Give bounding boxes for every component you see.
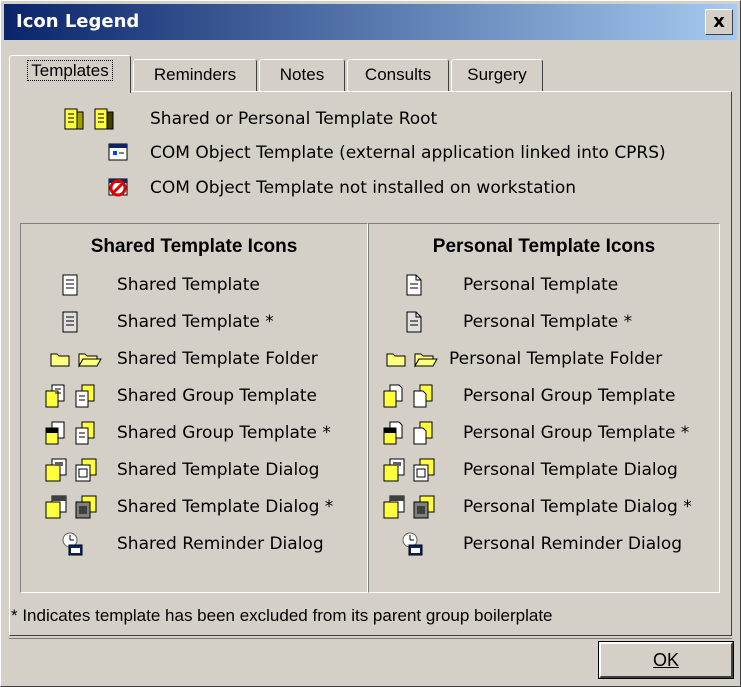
template-root-icon <box>62 107 116 131</box>
list-item: Personal Reminder Dialog <box>369 527 719 561</box>
com-not-installed-icon <box>107 176 129 198</box>
shared-header: Shared Template Icons <box>90 236 298 257</box>
shared-dialog-icon <box>43 453 99 487</box>
legend-row-root: Shared or Personal Template Root <box>10 103 731 135</box>
footnote: * Indicates template has been excluded f… <box>11 606 553 625</box>
tab-label: Consults <box>364 65 432 84</box>
shared-group-icon <box>43 379 99 413</box>
tab-label: Surgery <box>467 65 527 84</box>
tab-label: Notes <box>279 65 325 84</box>
tab-reminders[interactable]: Reminders <box>133 59 257 91</box>
list-item: Shared Template Folder <box>21 342 367 376</box>
personal-dialog-icon <box>381 453 437 487</box>
list-item: Shared Reminder Dialog <box>21 527 367 561</box>
legend-label: Shared or Personal Template Root <box>150 109 438 129</box>
list-item-label: Personal Group Template <box>463 386 676 406</box>
list-item: Personal Template <box>369 268 719 302</box>
icon-legend-window: Icon Legend x Templates Reminders Notes … <box>0 0 741 687</box>
list-item: Shared Template Dialog * <box>21 490 367 524</box>
list-item-label: Shared Reminder Dialog <box>117 534 324 554</box>
personal-icons-box: Personal Template Icons Personal Templat… <box>368 223 720 593</box>
list-item: Personal Group Template * <box>369 416 719 450</box>
list-item: Personal Template Dialog * <box>369 490 719 524</box>
tab-label: Reminders <box>153 65 237 84</box>
bottom-separator <box>9 638 732 639</box>
tab-label: Templates <box>27 60 113 81</box>
list-item-label: Shared Template Folder <box>117 349 318 369</box>
shared-dialog-excluded-icon <box>43 490 99 524</box>
list-item-label: Personal Template Dialog * <box>463 497 692 517</box>
ok-button-label: OK <box>652 650 679 670</box>
legend-row-com-missing: COM Object Template not installed on wor… <box>10 172 731 204</box>
list-item: Shared Template * <box>21 305 367 339</box>
tab-notes[interactable]: Notes <box>259 59 345 91</box>
list-item: Personal Group Template <box>369 379 719 413</box>
list-item-label: Personal Reminder Dialog <box>463 534 683 554</box>
list-item: Personal Template * <box>369 305 719 339</box>
list-item-label: Personal Template <box>463 275 619 295</box>
shared-group-excluded-icon <box>43 416 99 450</box>
personal-group-excluded-icon <box>381 416 437 450</box>
templates-tab-panel: Shared or Personal Template Root COM Obj… <box>9 91 732 636</box>
list-item-label: Shared Template Dialog * <box>117 497 334 517</box>
shared-folder-icon <box>49 342 103 376</box>
list-item-label: Personal Template * <box>463 312 633 332</box>
tab-surgery[interactable]: Surgery <box>451 59 543 91</box>
title-bar[interactable]: Icon Legend x <box>4 4 737 40</box>
legend-label: COM Object Template (external applicatio… <box>150 143 666 163</box>
window-title: Icon Legend <box>16 11 140 32</box>
list-item: Shared Group Template * <box>21 416 367 450</box>
ok-button[interactable]: OK <box>598 641 734 679</box>
list-item-label: Personal Template Dialog <box>463 460 678 480</box>
close-button[interactable]: x <box>705 9 733 35</box>
personal-header: Personal Template Icons <box>432 236 656 257</box>
list-item-label: Shared Template Dialog <box>117 460 320 480</box>
shared-icons-box: Shared Template Icons Shared Template Sh… <box>20 223 368 593</box>
legend-row-com: COM Object Template (external applicatio… <box>10 137 731 169</box>
list-item-label: Personal Template Folder <box>449 349 663 369</box>
personal-template-excluded-icon <box>403 305 425 339</box>
shared-reminder-icon <box>59 527 85 561</box>
list-item-label: Shared Template <box>117 275 260 295</box>
close-icon: x <box>713 11 725 32</box>
tab-consults[interactable]: Consults <box>347 59 449 91</box>
shared-template-icon <box>59 268 81 302</box>
list-item: Shared Template Dialog <box>21 453 367 487</box>
com-object-icon <box>107 141 129 163</box>
tab-templates[interactable]: Templates <box>9 55 131 93</box>
list-item: Shared Template <box>21 268 367 302</box>
personal-group-icon <box>381 379 437 413</box>
list-item: Personal Template Dialog <box>369 453 719 487</box>
list-item: Personal Template Folder <box>369 342 719 376</box>
list-item-label: Shared Group Template * <box>117 423 331 443</box>
personal-template-icon <box>403 268 425 302</box>
legend-label: COM Object Template not installed on wor… <box>150 178 577 198</box>
list-item: Shared Group Template <box>21 379 367 413</box>
list-item-label: Personal Group Template * <box>463 423 690 443</box>
list-item-label: Shared Template * <box>117 312 274 332</box>
personal-reminder-icon <box>399 527 425 561</box>
shared-template-excluded-icon <box>59 305 81 339</box>
personal-dialog-excluded-icon <box>381 490 437 524</box>
personal-folder-icon <box>385 342 439 376</box>
list-item-label: Shared Group Template <box>117 386 317 406</box>
